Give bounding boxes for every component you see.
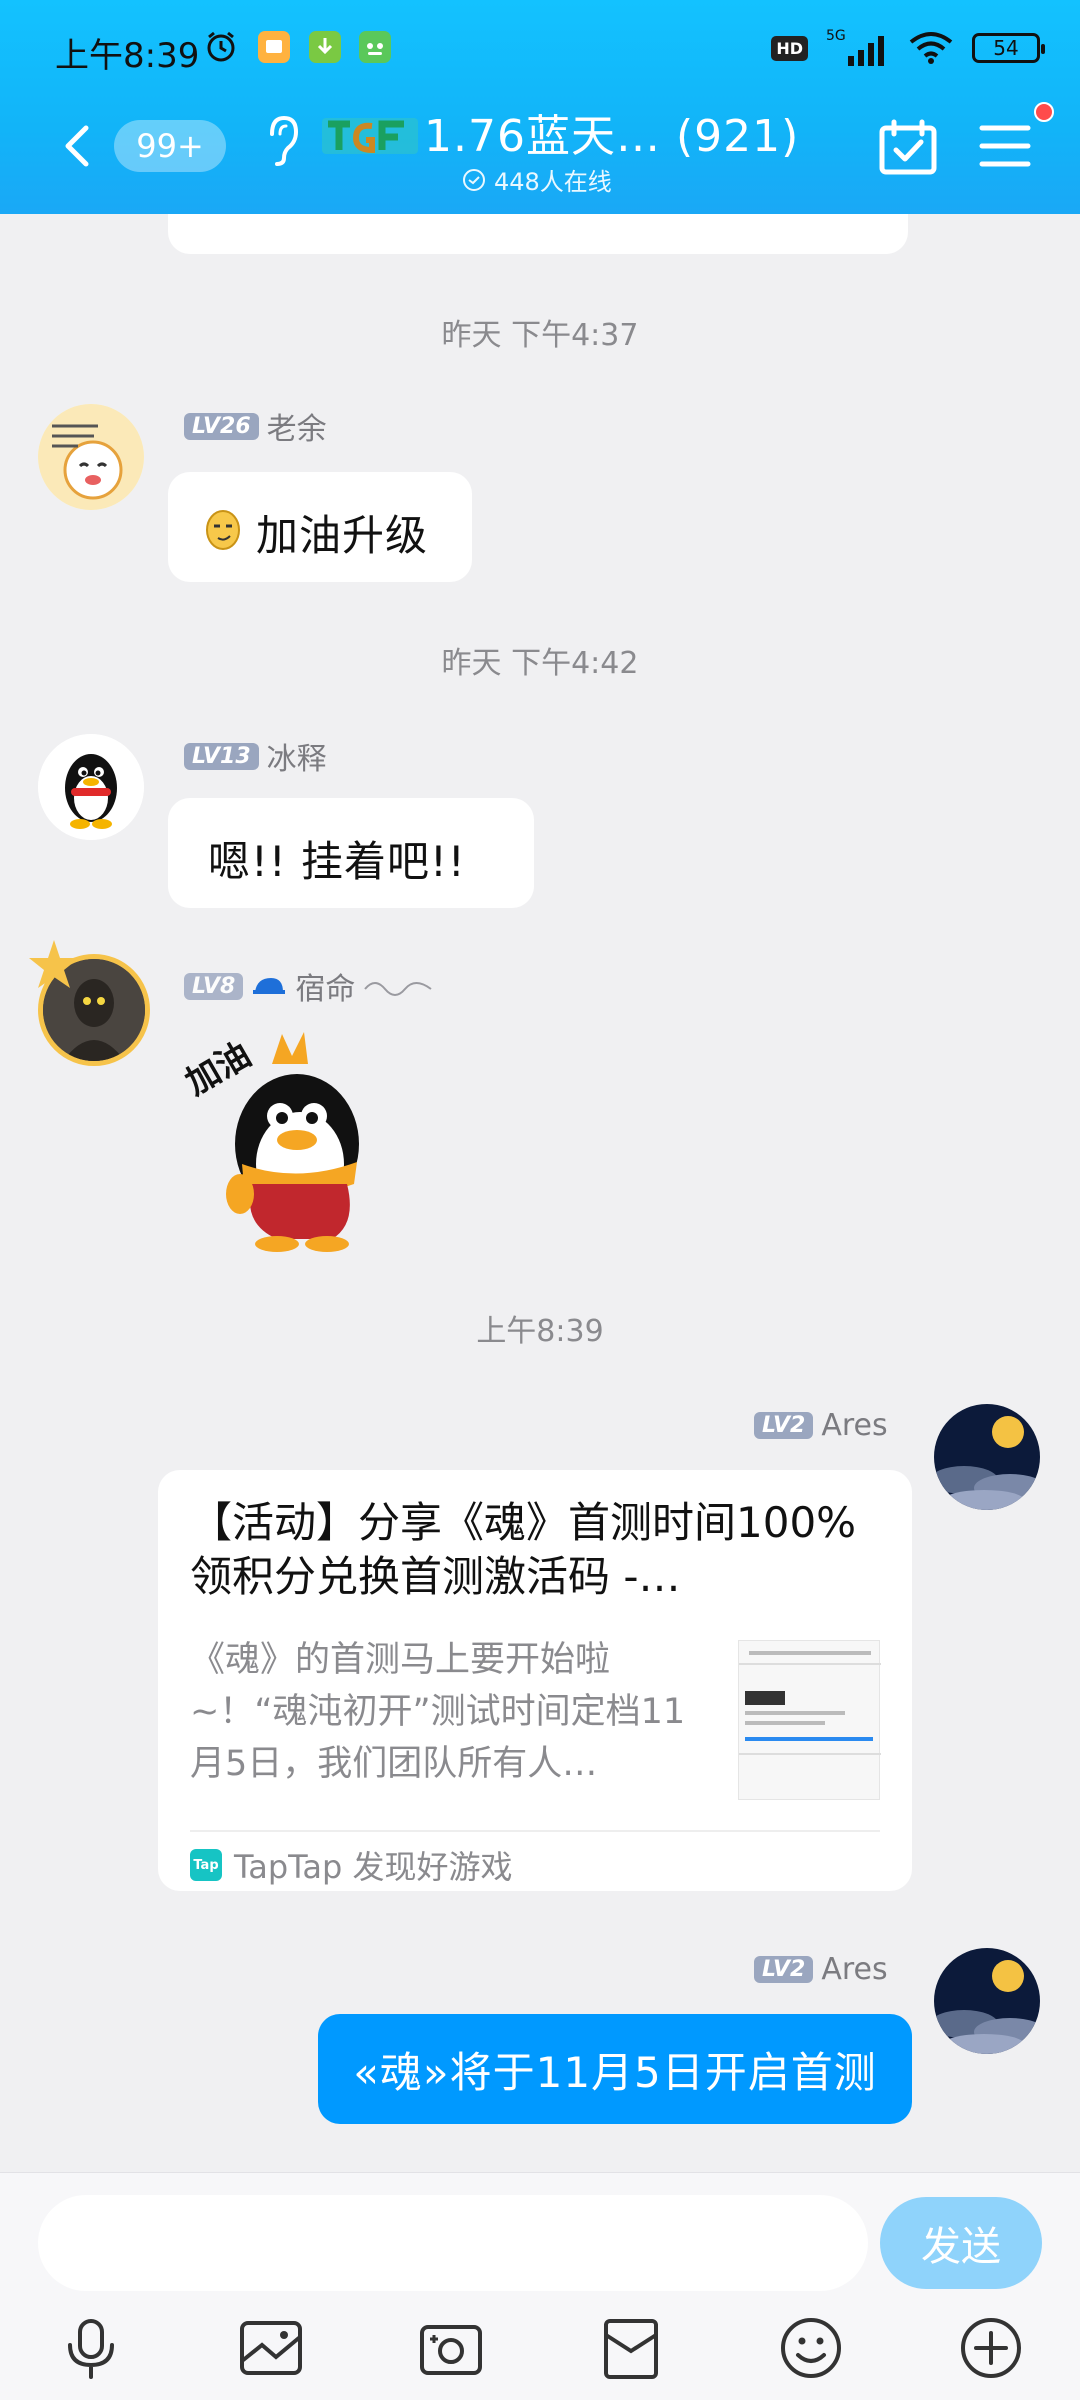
timestamp: 上午8:39 — [476, 1314, 604, 1349]
message-input[interactable] — [38, 2195, 868, 2291]
timestamp: 昨天 下午4:37 — [441, 318, 639, 353]
sender-name[interactable]: 老余 — [267, 404, 327, 448]
hd-badge: HD — [771, 35, 808, 61]
chat-header: 上午8:39 HD 5G 54 99+ 1.76蓝天… (921) 448人在线 — [0, 0, 1080, 214]
sender-name[interactable]: Ares — [821, 1952, 887, 1987]
own-message-bubble[interactable]: «魂»将于11月5日开启首测 — [318, 2014, 912, 2124]
online-status: 448人在线 — [462, 162, 612, 197]
level-badge: LV13 — [184, 742, 259, 770]
download-app-icon — [309, 31, 341, 63]
night-moon-avatar-icon — [934, 1404, 1040, 1510]
red-packet-icon[interactable] — [596, 2313, 666, 2383]
status-bar: 上午8:39 HD 5G 54 — [0, 18, 1080, 78]
unread-count-badge[interactable]: 99+ — [114, 120, 226, 172]
status-time: 上午8:39 — [55, 36, 200, 76]
article-thumbnail-icon — [739, 1651, 881, 1755]
share-card[interactable]: 【活动】分享《魂》首测时间100%领积分兑换首测激活码 -… 《魂》的首测马上要… — [158, 1470, 912, 1891]
microphone-icon[interactable] — [56, 2313, 126, 2383]
status-right: HD 5G 54 — [771, 28, 1045, 68]
cap-icon — [253, 978, 286, 994]
sender-meta: LV26 老余 — [184, 404, 327, 448]
smirk-emoji-icon — [206, 510, 240, 550]
level-badge: LV2 — [754, 1412, 814, 1439]
share-card-description: 《魂》的首测马上要开始啦~！“魂沌初开”测试时间定档11月5日，我们团队所有人… — [190, 1640, 686, 1784]
input-bar: 发送 — [0, 2172, 1080, 2400]
online-count: 448人在线 — [494, 168, 612, 196]
battery-indicator: 54 — [972, 33, 1045, 63]
timestamp: 昨天 下午4:42 — [441, 646, 639, 681]
message-list[interactable]: 昨天 下午4:37 LV26 老余 加油升级 昨天 下午4:42 LV13 冰释… — [0, 214, 1080, 2172]
plus-icon[interactable] — [956, 2313, 1026, 2383]
sender-name[interactable]: Ares — [821, 1408, 887, 1443]
avatar[interactable] — [38, 734, 144, 840]
menu-icon[interactable] — [978, 120, 1032, 172]
network-type: 5G — [826, 28, 846, 44]
message-text: 加油升级 — [256, 511, 429, 560]
notification-dot — [1034, 102, 1054, 122]
wifi-icon — [909, 32, 953, 64]
message-bubble[interactable]: 加油升级 — [168, 472, 472, 582]
robot-app-icon — [359, 31, 391, 63]
image-icon[interactable] — [236, 2313, 306, 2383]
avatar[interactable] — [934, 1948, 1040, 2054]
night-moon-avatar-icon — [934, 1948, 1040, 2054]
sender-name[interactable]: 宿命 — [295, 964, 355, 1008]
back-arrow-icon[interactable] — [52, 118, 108, 174]
sender-meta: LV8 宿命 — [184, 964, 433, 1008]
camera-icon[interactable] — [416, 2313, 486, 2383]
level-badge: LV2 — [754, 1956, 814, 1983]
message-bubble[interactable]: 嗯!! 挂着吧!! — [168, 798, 534, 908]
penguin-avatar-icon — [38, 734, 144, 840]
sender-meta: LV13 冰释 — [184, 734, 327, 778]
star-decoration-icon — [29, 940, 79, 988]
penguin-cheer-sticker[interactable]: 加油 — [182, 1024, 382, 1254]
share-card-thumbnail — [738, 1640, 881, 1800]
wave-decoration-icon — [364, 982, 432, 996]
calendar-checkin-icon[interactable] — [878, 118, 938, 176]
share-card-source: Tap TapTap 发现好游戏 — [190, 1842, 513, 1888]
gallery-app-icon — [258, 31, 290, 63]
avatar[interactable] — [934, 1404, 1040, 1510]
signal-icon: 5G — [826, 28, 884, 66]
avatar[interactable] — [38, 404, 144, 510]
level-badge: LV8 — [184, 972, 244, 1000]
sender-name[interactable]: 冰释 — [267, 734, 327, 778]
group-logo-icon — [322, 118, 418, 154]
online-check-icon — [463, 168, 485, 191]
alarm-icon — [207, 31, 235, 62]
share-card-divider — [190, 1830, 880, 1832]
nav-row: 99+ 1.76蓝天… (921) 448人在线 — [0, 98, 1080, 198]
emoji-icon[interactable] — [776, 2313, 846, 2383]
send-button[interactable]: 发送 — [880, 2197, 1042, 2289]
sender-meta: LV2 Ares — [754, 1408, 888, 1443]
level-badge: LV26 — [184, 412, 259, 440]
message-text: 嗯!! 挂着吧!! — [208, 837, 466, 886]
cartoon-avatar-icon — [38, 404, 144, 510]
share-card-source-label: TapTap 发现好游戏 — [234, 1848, 513, 1886]
svg-text:加油: 加油 — [182, 1035, 258, 1104]
taptap-logo-icon: Tap — [190, 1849, 222, 1881]
message-bubble-partial[interactable] — [168, 214, 908, 254]
share-card-title: 【活动】分享《魂》首测时间100%领积分兑换首测激活码 -… — [190, 1498, 857, 1601]
ear-listen-icon[interactable] — [262, 112, 302, 168]
group-title[interactable]: 1.76蓝天… (921) — [424, 100, 799, 164]
sender-meta: LV2 Ares — [754, 1952, 888, 1987]
